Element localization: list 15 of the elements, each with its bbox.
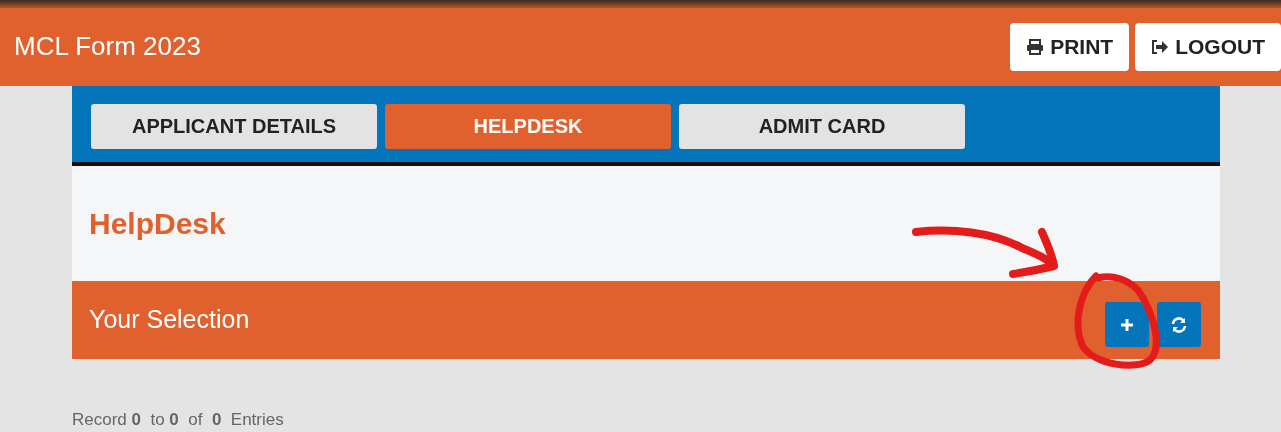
tab[interactable]: APPLICANT DETAILS	[91, 103, 377, 149]
logout-button[interactable]: LOGOUT	[1135, 22, 1281, 71]
printer-icon	[1026, 38, 1045, 55]
refresh-button[interactable]	[1157, 302, 1201, 347]
tab[interactable]: HELPDESK	[385, 103, 671, 149]
refresh-icon	[1171, 316, 1187, 333]
page-title: HelpDesk	[89, 205, 226, 242]
plus-icon	[1120, 317, 1134, 332]
app-title: MCL Form 2023	[14, 30, 201, 64]
logout-icon	[1151, 38, 1170, 55]
print-button[interactable]: PRINT	[1010, 22, 1130, 71]
record-info: Record 0 to 0 of 0 Entries	[72, 408, 285, 431]
section-title: Your Selection	[89, 303, 250, 335]
add-button[interactable]	[1105, 302, 1149, 347]
tab[interactable]: ADMIT CARD	[679, 103, 965, 149]
